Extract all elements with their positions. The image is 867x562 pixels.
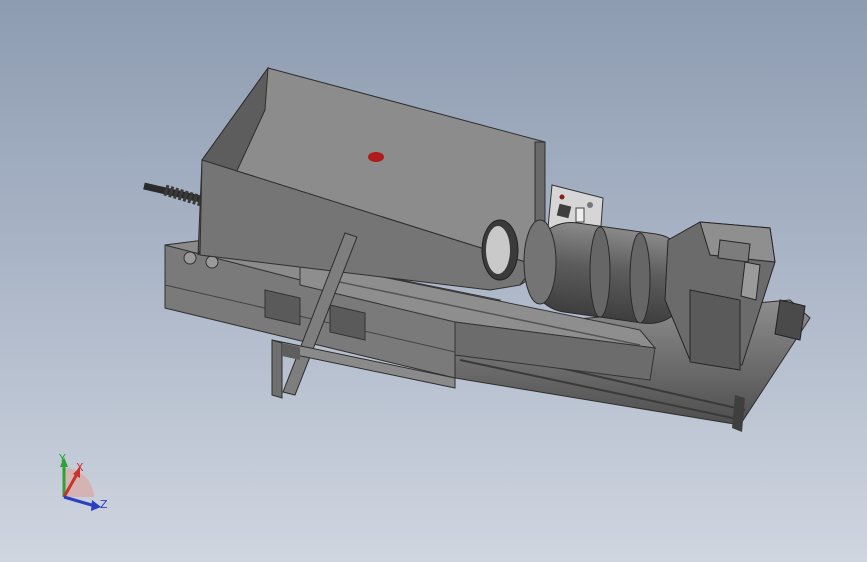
cad-viewport[interactable]: Y X Z	[0, 0, 867, 562]
indicator-light-icon	[368, 152, 384, 162]
cad-model-view[interactable]: Y X Z	[0, 0, 867, 562]
triad-y-label: Y	[58, 452, 66, 465]
power-cable	[143, 182, 207, 208]
triad-z-label: Z	[100, 498, 108, 511]
triad-z-axis	[63, 495, 96, 508]
coordinate-triad: Y X Z	[58, 452, 108, 511]
main-housing	[197, 66, 546, 291]
triad-x-label: X	[76, 461, 84, 474]
